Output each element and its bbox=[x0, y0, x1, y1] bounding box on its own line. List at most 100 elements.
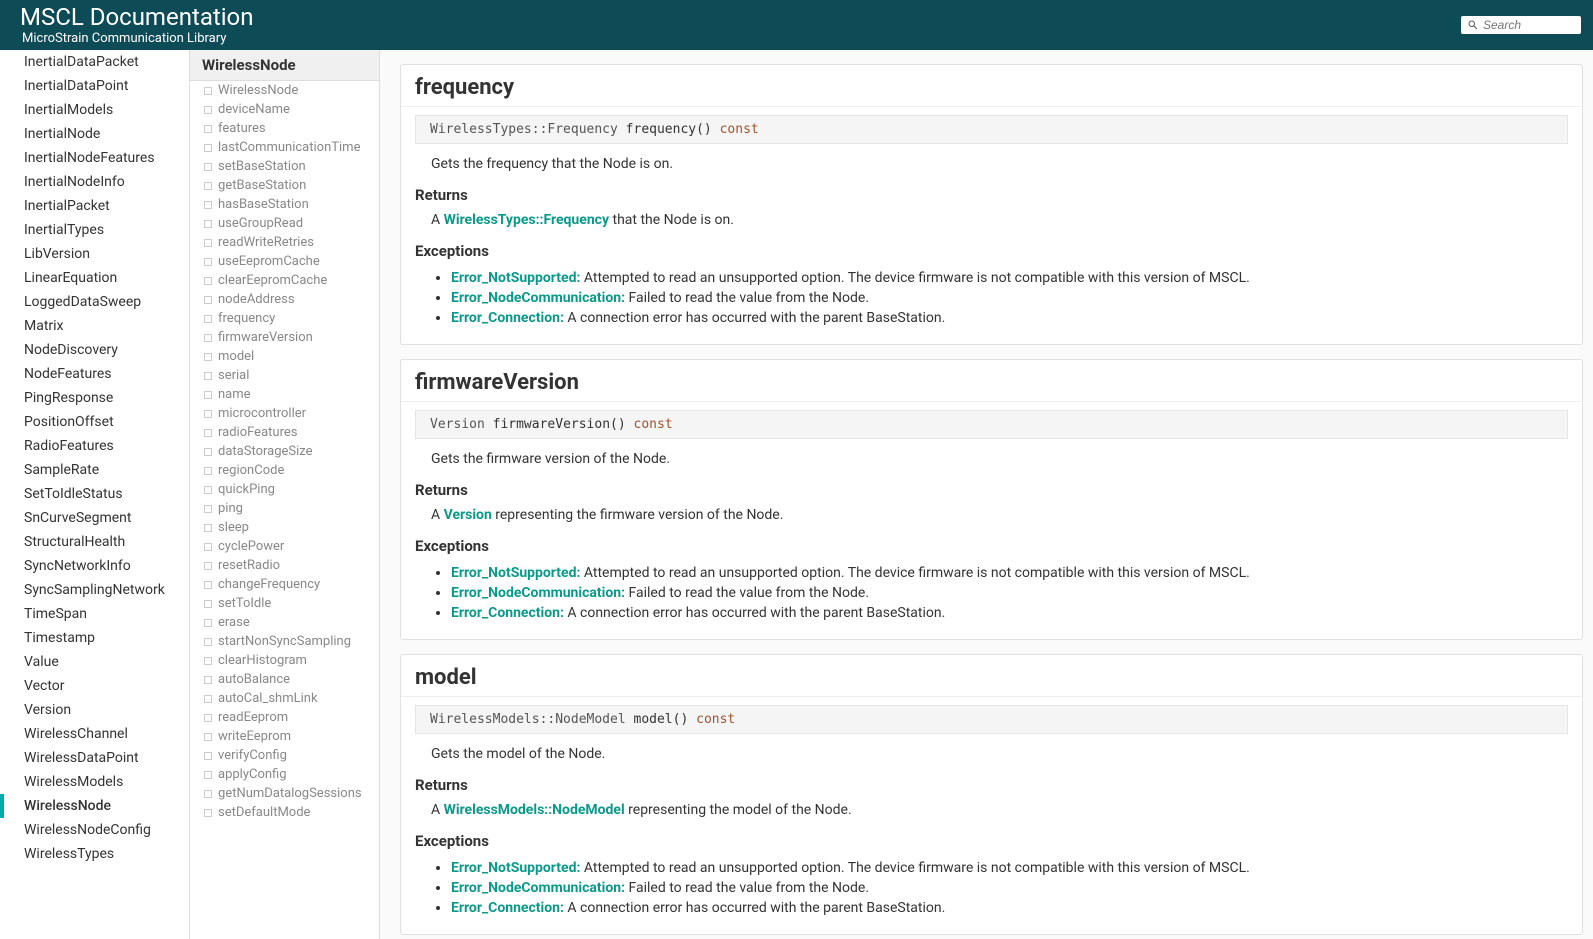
search-box[interactable] bbox=[1461, 16, 1581, 34]
primary-nav-item[interactable]: InertialModels bbox=[0, 98, 189, 122]
primary-nav-item[interactable]: Value bbox=[0, 650, 189, 674]
primary-nav-item[interactable]: LinearEquation bbox=[0, 266, 189, 290]
primary-nav-item[interactable]: InertialNodeFeatures bbox=[0, 146, 189, 170]
secondary-nav-item[interactable]: deviceName bbox=[190, 100, 379, 119]
primary-nav-item[interactable]: InertialNodeInfo bbox=[0, 170, 189, 194]
secondary-nav-item[interactable]: setBaseStation bbox=[190, 157, 379, 176]
secondary-nav-item[interactable]: getBaseStation bbox=[190, 176, 379, 195]
secondary-nav-item[interactable]: erase bbox=[190, 613, 379, 632]
primary-nav-item[interactable]: Timestamp bbox=[0, 626, 189, 650]
secondary-nav-item[interactable]: nodeAddress bbox=[190, 290, 379, 309]
secondary-nav-item[interactable]: verifyConfig bbox=[190, 746, 379, 765]
secondary-nav-item[interactable]: name bbox=[190, 385, 379, 404]
primary-nav-item[interactable]: InertialTypes bbox=[0, 218, 189, 242]
primary-nav-item[interactable]: PositionOffset bbox=[0, 410, 189, 434]
secondary-nav-item[interactable]: readEeprom bbox=[190, 708, 379, 727]
bullet-icon bbox=[204, 239, 212, 247]
secondary-nav-item[interactable]: clearHistogram bbox=[190, 651, 379, 670]
primary-nav-item[interactable]: InertialDataPoint bbox=[0, 74, 189, 98]
primary-nav-item[interactable]: NodeFeatures bbox=[0, 362, 189, 386]
primary-nav-item[interactable]: Matrix bbox=[0, 314, 189, 338]
bullet-icon bbox=[204, 524, 212, 532]
secondary-nav-item[interactable]: autoBalance bbox=[190, 670, 379, 689]
primary-nav-item[interactable]: WirelessDataPoint bbox=[0, 746, 189, 770]
primary-nav-item[interactable]: TimeSpan bbox=[0, 602, 189, 626]
primary-nav-item[interactable]: SyncSamplingNetwork bbox=[0, 578, 189, 602]
primary-nav-item[interactable]: LoggedDataSweep bbox=[0, 290, 189, 314]
primary-nav-item[interactable]: SampleRate bbox=[0, 458, 189, 482]
primary-nav-item[interactable]: SnCurveSegment bbox=[0, 506, 189, 530]
primary-nav-item[interactable]: WirelessNodeConfig bbox=[0, 818, 189, 842]
primary-nav-item[interactable]: WirelessModels bbox=[0, 770, 189, 794]
secondary-nav-item[interactable]: useEepromCache bbox=[190, 252, 379, 271]
type-link[interactable]: WirelessTypes::Frequency bbox=[444, 212, 609, 228]
primary-nav-item[interactable]: InertialPacket bbox=[0, 194, 189, 218]
error-link[interactable]: Error_NotSupported: bbox=[451, 565, 580, 581]
primary-nav-item[interactable]: PingResponse bbox=[0, 386, 189, 410]
secondary-nav-item[interactable]: applyConfig bbox=[190, 765, 379, 784]
primary-nav-item[interactable]: InertialDataPacket bbox=[0, 50, 189, 74]
secondary-nav-item[interactable]: useGroupRead bbox=[190, 214, 379, 233]
search-input[interactable] bbox=[1483, 18, 1573, 32]
secondary-nav-item[interactable]: ping bbox=[190, 499, 379, 518]
primary-nav-item[interactable]: WirelessChannel bbox=[0, 722, 189, 746]
secondary-nav-item[interactable]: readWriteRetries bbox=[190, 233, 379, 252]
secondary-nav-item[interactable]: firmwareVersion bbox=[190, 328, 379, 347]
error-link[interactable]: Error_Connection: bbox=[451, 310, 564, 326]
secondary-nav-item[interactable]: autoCal_shmLink bbox=[190, 689, 379, 708]
primary-nav-item[interactable]: Vector bbox=[0, 674, 189, 698]
secondary-nav-item[interactable]: setDefaultMode bbox=[190, 803, 379, 822]
secondary-nav-item[interactable]: setToIdle bbox=[190, 594, 379, 613]
secondary-nav-item[interactable]: resetRadio bbox=[190, 556, 379, 575]
secondary-nav-item[interactable]: clearEepromCache bbox=[190, 271, 379, 290]
secondary-nav-item[interactable]: changeFrequency bbox=[190, 575, 379, 594]
secondary-nav-item[interactable]: sleep bbox=[190, 518, 379, 537]
bullet-icon bbox=[204, 467, 212, 475]
secondary-nav-item[interactable]: quickPing bbox=[190, 480, 379, 499]
error-link[interactable]: Error_NotSupported: bbox=[451, 270, 580, 286]
bullet-icon bbox=[204, 334, 212, 342]
type-link[interactable]: Version bbox=[444, 507, 492, 523]
primary-nav-item[interactable]: WirelessNode bbox=[0, 794, 189, 818]
bullet-icon bbox=[204, 87, 212, 95]
secondary-nav-label: hasBaseStation bbox=[218, 197, 309, 212]
bullet-icon bbox=[204, 733, 212, 741]
exception-item: Error_NodeCommunication: Failed to read … bbox=[451, 288, 1568, 308]
primary-nav-item[interactable]: LibVersion bbox=[0, 242, 189, 266]
secondary-nav-item[interactable]: writeEeprom bbox=[190, 727, 379, 746]
primary-nav-item[interactable]: NodeDiscovery bbox=[0, 338, 189, 362]
primary-nav-item[interactable]: Version bbox=[0, 698, 189, 722]
secondary-nav-item[interactable]: model bbox=[190, 347, 379, 366]
secondary-nav-label: clearHistogram bbox=[218, 653, 307, 668]
secondary-nav-item[interactable]: hasBaseStation bbox=[190, 195, 379, 214]
secondary-nav-item[interactable]: features bbox=[190, 119, 379, 138]
secondary-nav-item[interactable]: cyclePower bbox=[190, 537, 379, 556]
secondary-nav-item[interactable]: regionCode bbox=[190, 461, 379, 480]
secondary-nav-item[interactable]: getNumDatalogSessions bbox=[190, 784, 379, 803]
exception-item: Error_Connection: A connection error has… bbox=[451, 898, 1568, 918]
primary-nav-item[interactable]: SetToIdleStatus bbox=[0, 482, 189, 506]
error-link[interactable]: Error_NotSupported: bbox=[451, 860, 580, 876]
primary-nav-item[interactable]: SyncNetworkInfo bbox=[0, 554, 189, 578]
error-link[interactable]: Error_NodeCommunication: bbox=[451, 290, 625, 306]
secondary-nav-item[interactable]: startNonSyncSampling bbox=[190, 632, 379, 651]
secondary-nav-item[interactable]: radioFeatures bbox=[190, 423, 379, 442]
secondary-nav-item[interactable]: WirelessNode bbox=[190, 81, 379, 100]
secondary-nav-item[interactable]: serial bbox=[190, 366, 379, 385]
secondary-nav-item[interactable]: microcontroller bbox=[190, 404, 379, 423]
error-link[interactable]: Error_Connection: bbox=[451, 605, 564, 621]
secondary-nav-item[interactable]: lastCommunicationTime bbox=[190, 138, 379, 157]
secondary-nav-item[interactable]: frequency bbox=[190, 309, 379, 328]
error-link[interactable]: Error_Connection: bbox=[451, 900, 564, 916]
secondary-nav-label: resetRadio bbox=[218, 558, 280, 573]
primary-nav-item[interactable]: InertialNode bbox=[0, 122, 189, 146]
secondary-nav-label: changeFrequency bbox=[218, 577, 320, 592]
type-link[interactable]: WirelessModels::NodeModel bbox=[444, 802, 625, 818]
section-title: model bbox=[401, 655, 1582, 697]
primary-nav-item[interactable]: StructuralHealth bbox=[0, 530, 189, 554]
secondary-nav-item[interactable]: dataStorageSize bbox=[190, 442, 379, 461]
primary-nav-item[interactable]: WirelessTypes bbox=[0, 842, 189, 866]
error-link[interactable]: Error_NodeCommunication: bbox=[451, 880, 625, 896]
error-link[interactable]: Error_NodeCommunication: bbox=[451, 585, 625, 601]
primary-nav-item[interactable]: RadioFeatures bbox=[0, 434, 189, 458]
